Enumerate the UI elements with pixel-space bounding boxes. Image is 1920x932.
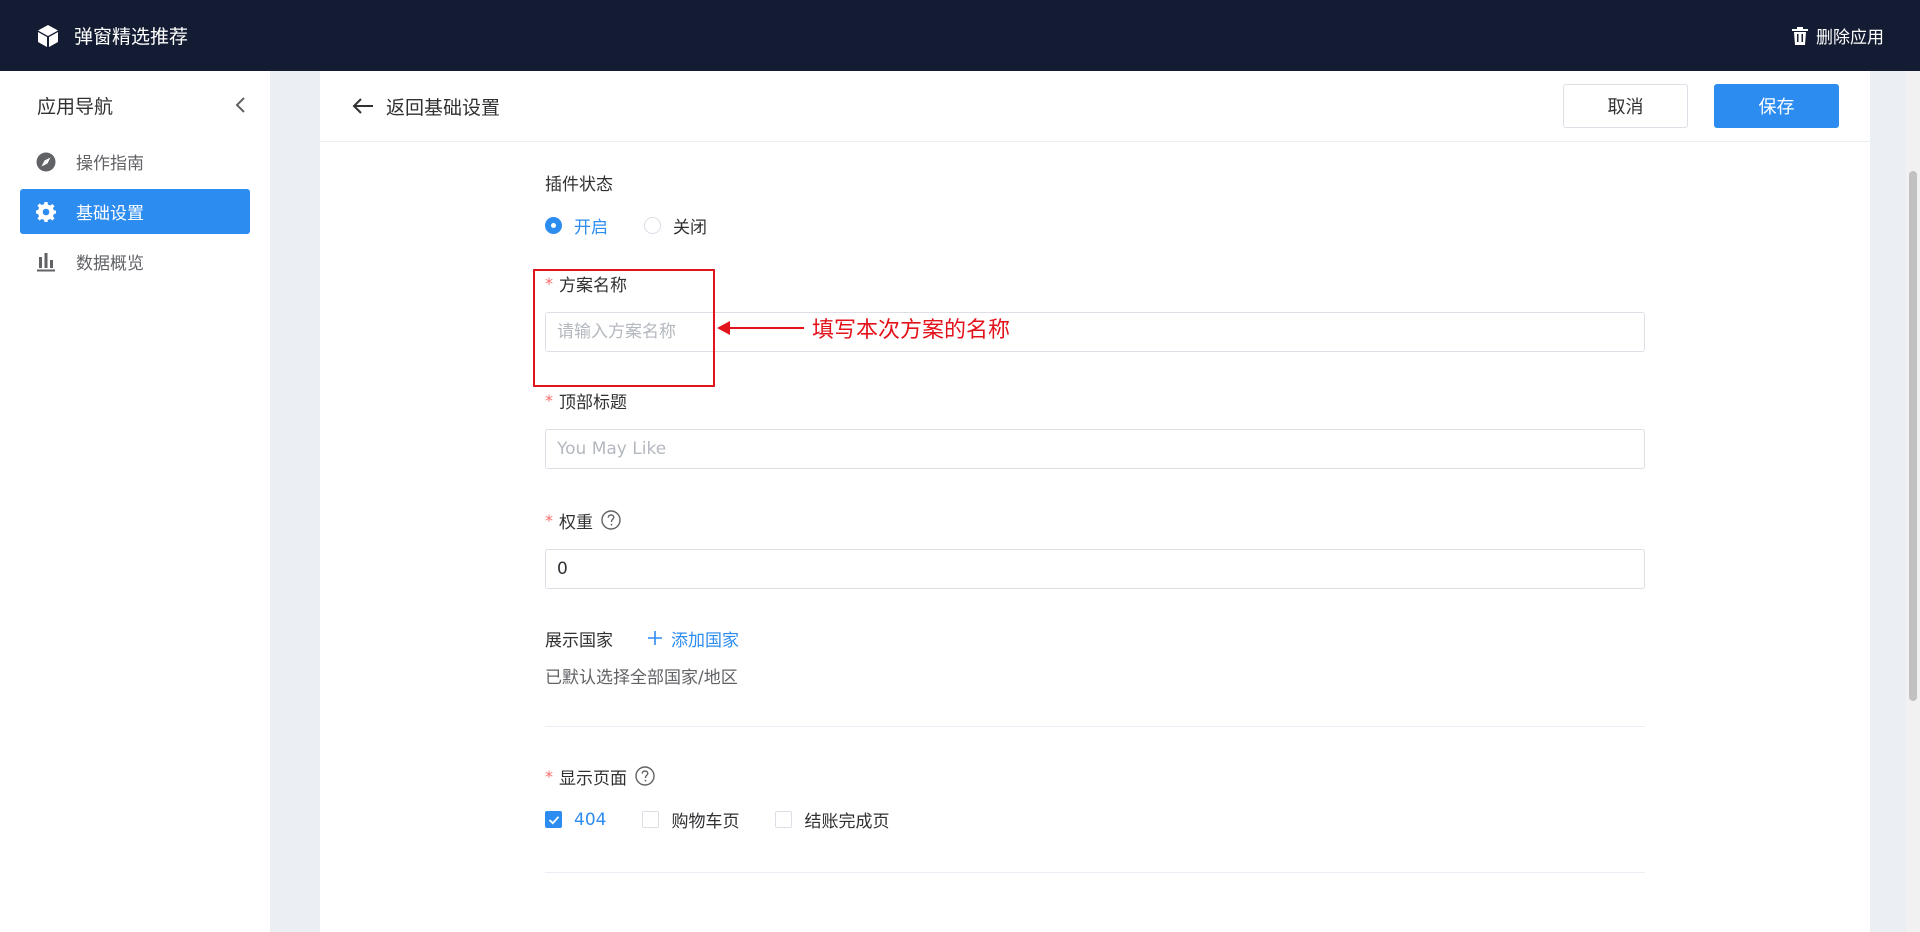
add-country-label: 添加国家 <box>671 630 739 651</box>
countries-hint: 已默认选择全部国家/地区 <box>545 668 738 688</box>
chevron-left-icon[interactable] <box>234 96 248 114</box>
scrollbar-thumb[interactable] <box>1909 171 1917 701</box>
required-mark: * <box>545 766 553 786</box>
add-country-button[interactable]: 添加国家 <box>647 626 739 651</box>
weight-label-text: 权重 <box>559 512 593 533</box>
top-title-label-text: 顶部标题 <box>559 392 627 413</box>
top-bar: 弹窗精选推荐 删除应用 <box>0 0 1920 71</box>
delete-app-button[interactable]: 删除应用 <box>1792 23 1884 48</box>
scrollbar[interactable] <box>1906 71 1920 932</box>
checkbox-404-label: 404 <box>574 809 607 830</box>
plugin-status-label-text: 插件状态 <box>545 174 613 195</box>
top-title-input[interactable] <box>545 429 1645 469</box>
checkbox-404[interactable]: 404 <box>545 810 606 830</box>
annotation-arrow-line <box>727 327 804 329</box>
required-mark: * <box>545 510 553 530</box>
sidebar-item-guide[interactable]: 操作指南 <box>20 139 250 184</box>
plugin-status-radio-group: 开启 关闭 <box>545 213 1645 238</box>
divider <box>545 872 1645 873</box>
plus-icon <box>648 631 662 645</box>
weight-input[interactable] <box>545 549 1645 589</box>
back-link[interactable]: 返回基础设置 <box>352 93 500 120</box>
delete-app-label: 删除应用 <box>1816 28 1884 48</box>
compass-icon <box>36 152 56 171</box>
trash-icon <box>1792 26 1808 45</box>
radio-disable-dot[interactable] <box>644 217 661 234</box>
content-header: 返回基础设置 取消 保存 <box>320 71 1870 142</box>
checkbox-checkout-complete[interactable]: 结账完成页 <box>775 807 889 832</box>
checkbox-checkout-complete-label: 结账完成页 <box>804 812 890 832</box>
sidebar-item-label: 基础设置 <box>76 204 144 224</box>
brand: 弹窗精选推荐 <box>36 22 188 49</box>
app-title: 弹窗精选推荐 <box>74 26 189 48</box>
sidebar-header: 应用导航 <box>0 71 270 139</box>
countries-row: 展示国家 添加国家 <box>545 626 1645 651</box>
weight-label: * 权重 <box>545 509 1645 533</box>
countries-label: 展示国家 <box>545 630 613 651</box>
annotation-highlight-box <box>533 269 715 387</box>
back-link-label: 返回基础设置 <box>386 96 501 119</box>
checkbox-checkout-complete-box[interactable] <box>775 811 793 828</box>
cancel-button[interactable]: 取消 <box>1563 84 1688 128</box>
plugin-status-label: 插件状态 <box>545 171 1645 195</box>
cube-icon <box>38 24 58 47</box>
annotation-text: 填写本次方案的名称 <box>812 318 1011 343</box>
annotation-arrow-head <box>717 321 730 335</box>
sidebar-title: 应用导航 <box>37 95 114 118</box>
sidebar-item-data-overview[interactable]: 数据概览 <box>20 239 250 284</box>
radio-enable[interactable]: 开启 <box>545 213 608 238</box>
question-circle-icon[interactable] <box>601 510 621 530</box>
radio-enable-dot[interactable] <box>545 217 562 234</box>
required-mark: * <box>545 390 553 410</box>
sidebar-item-basic-settings[interactable]: 基础设置 <box>20 189 250 234</box>
gear-icon <box>36 201 56 222</box>
checkbox-cart-page-box[interactable] <box>642 811 660 828</box>
check-icon <box>548 816 560 825</box>
bar-chart-icon <box>37 252 55 271</box>
arrow-left-icon <box>352 98 373 114</box>
display-pages-label-text: 显示页面 <box>559 768 627 789</box>
question-circle-icon[interactable] <box>635 766 655 786</box>
divider <box>545 726 1645 727</box>
display-pages-checkbox-group: 404 购物车页 结账完成页 <box>545 807 1645 832</box>
main-content: 返回基础设置 取消 保存 插件状态 开启 关闭 * 方案名称 请输入方案名称 *… <box>320 71 1870 932</box>
sidebar-item-label: 操作指南 <box>76 154 144 174</box>
header-actions: 取消 保存 <box>1563 84 1839 128</box>
radio-disable-label: 关闭 <box>673 218 707 238</box>
checkbox-cart-page[interactable]: 购物车页 <box>642 807 739 832</box>
top-title-label: * 顶部标题 <box>545 389 1645 413</box>
sidebar: 应用导航 操作指南 基础设置 数据概览 <box>0 71 270 932</box>
display-pages-label: * 显示页面 <box>545 765 1645 789</box>
radio-enable-label: 开启 <box>574 218 608 238</box>
sidebar-item-label: 数据概览 <box>76 254 144 274</box>
radio-disable[interactable]: 关闭 <box>644 213 707 238</box>
checkbox-cart-page-label: 购物车页 <box>671 812 740 832</box>
checkbox-404-box[interactable] <box>545 811 562 828</box>
save-button[interactable]: 保存 <box>1714 84 1839 128</box>
